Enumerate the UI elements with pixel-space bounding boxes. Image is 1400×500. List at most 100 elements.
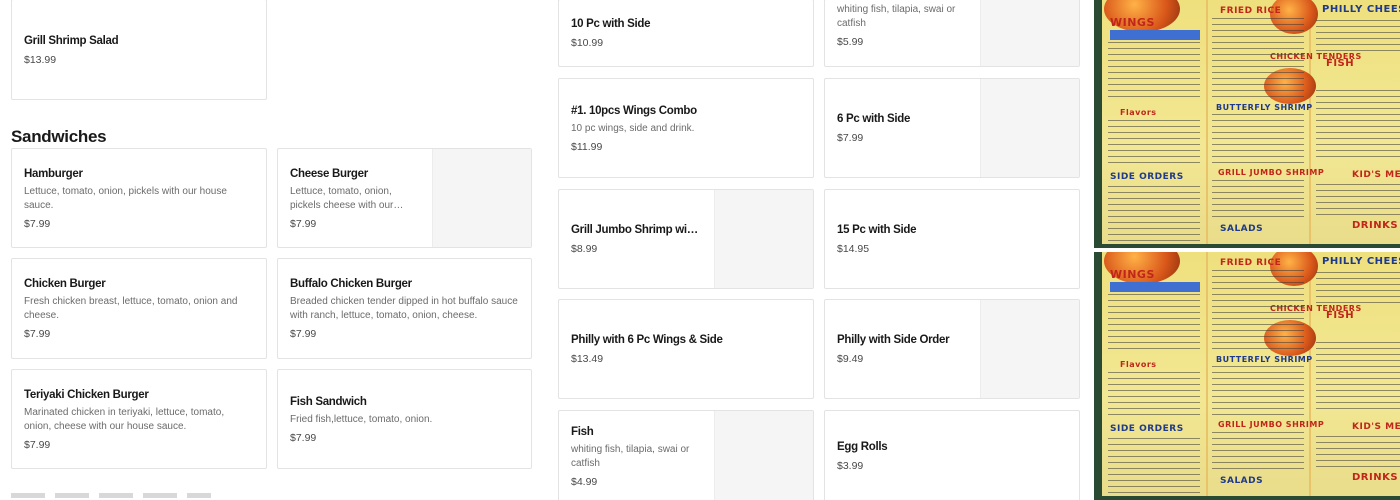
menu-photo-fold	[1206, 0, 1208, 244]
menu-item-card[interactable]: Grill Jumbo Shrimp with Side $8.99	[558, 189, 814, 289]
menu-item-card[interactable]: Hamburger Lettuce, tomato, onion, pickel…	[11, 148, 267, 248]
menu-item-price: $4.99	[571, 475, 598, 488]
menu-photo-label: KID'S ME	[1352, 422, 1400, 432]
menu-photo-text-lines	[1316, 184, 1400, 218]
menu-item-body: 15 Pc with Side $14.95	[837, 190, 1067, 288]
menu-item-price: $7.99	[24, 438, 51, 451]
menu-photo-text-lines	[1316, 342, 1400, 414]
menu-photo-label: PHILLY CHEESE	[1322, 256, 1400, 267]
menu-item-name: Teriyaki Chicken Burger	[24, 388, 149, 401]
menu-item-name: Hamburger	[24, 167, 83, 180]
menu-item-body: whiting fish, tilapia, swai or catfish $…	[837, 0, 967, 66]
menu-item-body: Grill Jumbo Shrimp with Side $8.99	[571, 190, 701, 288]
menu-photo-label: Flavors	[1120, 108, 1157, 117]
menu-item-image-placeholder	[980, 0, 1079, 66]
menu-item-body: Hamburger Lettuce, tomato, onion, pickel…	[24, 149, 254, 247]
menu-item-price: $7.99	[24, 328, 51, 340]
menu-item-card[interactable]: 10 Pc with Side $10.99	[558, 0, 814, 67]
menu-photo-text-lines	[1212, 18, 1304, 98]
menu-item-name: Grill Jumbo Shrimp with Side	[571, 224, 701, 236]
menu-item-name: 15 Pc with Side	[837, 224, 917, 236]
menu-item-body: Egg Rolls $3.99	[837, 411, 1067, 500]
menu-item-image-placeholder	[714, 190, 813, 288]
menu-photo-label: SIDE ORDERS	[1110, 172, 1184, 182]
menu-item-description: 10 pc wings, side and drink.	[571, 122, 695, 134]
menu-item-body: #1. 10pcs Wings Combo 10 pc wings, side …	[571, 79, 801, 177]
menu-photo-label: Flavors	[1120, 360, 1157, 369]
menu-item-card[interactable]: 6 Pc with Side $7.99	[824, 78, 1080, 178]
menu-item-card[interactable]: Philly with 6 Pc Wings & Side $13.49	[558, 299, 814, 399]
menu-item-image-placeholder	[714, 411, 813, 500]
menu-photo-text-lines	[1212, 114, 1304, 164]
menu-photo-fold	[1309, 252, 1311, 496]
menu-item-price: $13.99	[24, 53, 57, 66]
menu-photo-text-lines	[1108, 372, 1200, 418]
menu-photo-text-lines	[1108, 120, 1200, 166]
menu-item-body: Buffalo Chicken Burger Breaded chicken t…	[290, 259, 519, 358]
next-section-title-partial	[11, 493, 211, 500]
menu-item-price: $9.49	[837, 353, 864, 365]
menu-item-card[interactable]: Buffalo Chicken Burger Breaded chicken t…	[277, 258, 532, 359]
menu-photo-label: PHILLY CHEESE	[1322, 4, 1400, 15]
menu-photo-band	[1110, 30, 1200, 40]
menu-photo-text-lines	[1108, 438, 1200, 494]
menu-photo-text-lines	[1108, 186, 1200, 242]
menu-item-price: $7.99	[290, 431, 317, 444]
menu-item-price: $8.99	[571, 243, 598, 255]
menu-photo-label: GRILL JUMBO SHRIMP	[1218, 168, 1325, 177]
menu-photo-label: DRINKS	[1352, 472, 1399, 483]
menu-photo-text-lines	[1212, 270, 1304, 350]
menu-item-card[interactable]: Chicken Burger Fresh chicken breast, let…	[11, 258, 267, 359]
menu-photo-text-lines	[1316, 20, 1400, 54]
menu-photo-label: SALADS	[1220, 224, 1264, 234]
menu-item-price: $7.99	[24, 217, 51, 230]
menu-item-name: Fish Sandwich	[290, 395, 367, 408]
menu-photo[interactable]: WINGS FRIED RICE PHILLY CHEESE CHICKEN T…	[1094, 0, 1400, 248]
menu-item-body: Teriyaki Chicken Burger Marinated chicke…	[24, 370, 254, 468]
menu-item-body: Grill Shrimp Salad $13.99	[24, 0, 254, 99]
menu-item-name: Fish	[571, 425, 594, 438]
menu-item-name: Chicken Burger	[24, 278, 106, 290]
menu-photo-text-lines	[1212, 180, 1304, 220]
menu-item-name: 6 Pc with Side	[837, 113, 911, 125]
menu-photo-text-lines	[1108, 42, 1200, 100]
menu-photo-label: FRIED RICE	[1220, 6, 1282, 16]
menu-item-name: Egg Rolls	[837, 441, 888, 453]
menu-item-name: 10 Pc with Side	[571, 18, 651, 30]
menu-item-card[interactable]: 15 Pc with Side $14.95	[824, 189, 1080, 289]
menu-photo-label: SIDE ORDERS	[1110, 424, 1184, 434]
menu-photo-fold	[1206, 252, 1208, 496]
section-title: Sandwiches	[11, 127, 107, 146]
menu-item-body: Fish Sandwich Fried fish,lettuce, tomato…	[290, 370, 519, 468]
menu-item-body: 6 Pc with Side $7.99	[837, 79, 967, 177]
menu-photo-band	[1110, 282, 1200, 292]
menu-item-description: Breaded chicken tender dipped in hot buf…	[290, 296, 518, 321]
menu-item-body: Fish whiting fish, tilapia, swai or catf…	[571, 411, 701, 500]
menu-item-body: 10 Pc with Side $10.99	[571, 0, 801, 66]
menu-photo-label: DRINKS	[1352, 220, 1399, 231]
menu-item-description: Fresh chicken breast, lettuce, tomato, o…	[24, 296, 238, 321]
menu-item-card[interactable]: Grill Shrimp Salad $13.99	[11, 0, 267, 100]
menu-item-card[interactable]: Egg Rolls $3.99	[824, 410, 1080, 500]
menu-item-card[interactable]: whiting fish, tilapia, swai or catfish $…	[824, 0, 1080, 67]
menu-photo-label: KID'S ME	[1352, 170, 1400, 180]
menu-item-card[interactable]: Cheese Burger Lettuce, tomato, onion, pi…	[277, 148, 532, 248]
menu-item-description: Marinated chicken in teriyaki, lettuce, …	[24, 406, 225, 432]
menu-item-card[interactable]: Fish whiting fish, tilapia, swai or catf…	[558, 410, 814, 500]
menu-photo-text-lines	[1316, 436, 1400, 470]
menu-item-price: $7.99	[290, 328, 317, 340]
menu-item-price: $3.99	[837, 460, 864, 472]
menu-item-image-placeholder	[432, 149, 531, 247]
menu-item-card[interactable]: Fish Sandwich Fried fish,lettuce, tomato…	[277, 369, 532, 469]
menu-item-body: Philly with Side Order $9.49	[837, 300, 967, 398]
menu-photo-text-lines	[1316, 272, 1400, 306]
menu-item-name: #1. 10pcs Wings Combo	[571, 104, 697, 117]
menu-item-card[interactable]: #1. 10pcs Wings Combo 10 pc wings, side …	[558, 78, 814, 178]
menu-item-card[interactable]: Teriyaki Chicken Burger Marinated chicke…	[11, 369, 267, 469]
menu-photo[interactable]: WINGS FRIED RICE PHILLY CHEESE CHICKEN T…	[1094, 252, 1400, 500]
menu-item-price: $7.99	[837, 132, 864, 144]
menu-item-price: $13.49	[571, 353, 604, 365]
menu-item-card[interactable]: Philly with Side Order $9.49	[824, 299, 1080, 399]
menu-photo-label: SALADS	[1220, 476, 1264, 486]
menu-item-body: Philly with 6 Pc Wings & Side $13.49	[571, 300, 801, 398]
